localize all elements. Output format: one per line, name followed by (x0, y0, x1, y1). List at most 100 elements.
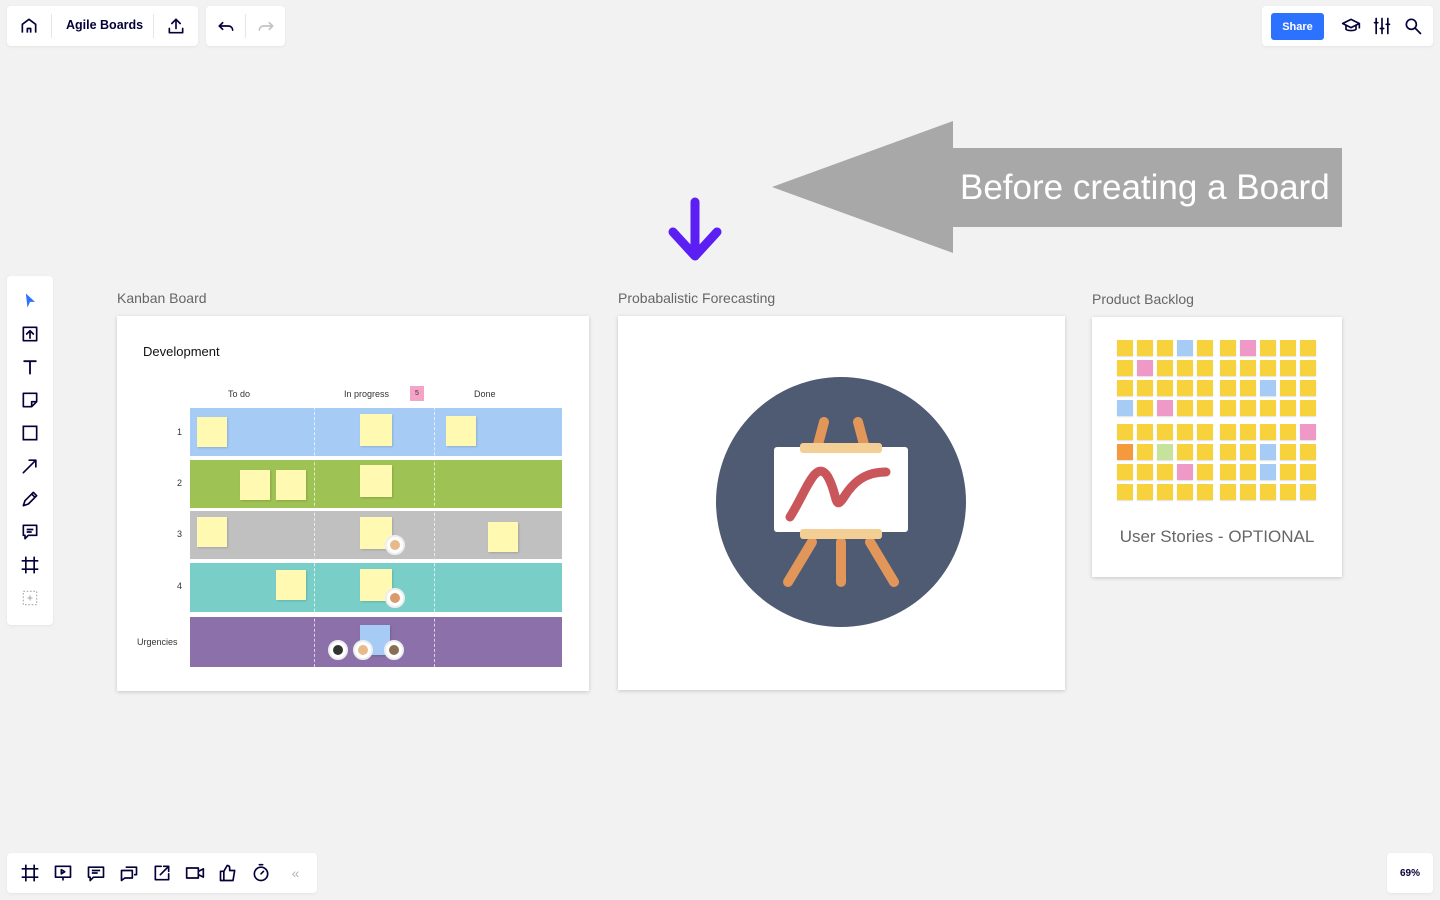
story-note[interactable] (1280, 444, 1296, 460)
story-note[interactable] (1197, 444, 1213, 460)
collapse-toolbar-button[interactable]: « (279, 853, 312, 893)
story-note[interactable] (1197, 424, 1213, 440)
pen-tool[interactable] (7, 482, 53, 515)
sticky-note[interactable] (197, 417, 227, 447)
frame-tool[interactable] (7, 548, 53, 581)
story-note[interactable] (1300, 464, 1316, 480)
sticky-note[interactable] (446, 416, 476, 446)
story-note[interactable] (1260, 444, 1276, 460)
avatar[interactable] (353, 640, 373, 660)
avatar[interactable] (385, 588, 405, 608)
forecast-frame-label[interactable]: Probabalistic Forecasting (618, 290, 775, 306)
learning-center-button[interactable] (1340, 16, 1362, 36)
zoom-control[interactable]: 69% (1387, 853, 1433, 893)
search-button[interactable] (1402, 16, 1424, 36)
sticky-note[interactable] (240, 470, 270, 500)
chat-button[interactable] (112, 853, 145, 893)
story-note[interactable] (1280, 340, 1296, 356)
story-note[interactable] (1300, 400, 1316, 416)
story-note[interactable] (1137, 464, 1153, 480)
story-note[interactable] (1240, 340, 1256, 356)
story-note[interactable] (1197, 360, 1213, 376)
story-note[interactable] (1137, 484, 1153, 500)
story-note[interactable] (1300, 444, 1316, 460)
story-note[interactable] (1157, 424, 1173, 440)
story-note[interactable] (1280, 400, 1296, 416)
avatar[interactable] (385, 535, 405, 555)
story-note[interactable] (1137, 340, 1153, 356)
text-tool[interactable] (7, 350, 53, 383)
backlog-frame[interactable]: User Stories - OPTIONAL (1092, 317, 1342, 577)
story-note[interactable] (1300, 360, 1316, 376)
shape-tool[interactable] (7, 416, 53, 449)
sticky-note[interactable] (197, 517, 227, 547)
sticky-note[interactable] (276, 470, 306, 500)
story-note[interactable] (1177, 424, 1193, 440)
undo-button[interactable] (215, 16, 237, 36)
story-note[interactable] (1260, 380, 1276, 396)
story-note[interactable] (1300, 380, 1316, 396)
story-note[interactable] (1137, 444, 1153, 460)
story-note[interactable] (1157, 444, 1173, 460)
more-tools[interactable] (7, 581, 53, 614)
story-note[interactable] (1220, 424, 1236, 440)
story-note[interactable] (1300, 424, 1316, 440)
sticky-note-tool[interactable] (7, 383, 53, 416)
story-note[interactable] (1240, 400, 1256, 416)
story-note[interactable] (1260, 340, 1276, 356)
screen-share-button[interactable] (145, 853, 178, 893)
story-note[interactable] (1260, 400, 1276, 416)
sticky-note[interactable] (276, 570, 306, 600)
export-button[interactable] (165, 16, 187, 36)
story-note[interactable] (1177, 360, 1193, 376)
story-note[interactable] (1220, 464, 1236, 480)
forecast-frame[interactable] (618, 316, 1065, 690)
comments-button[interactable] (79, 853, 112, 893)
story-note[interactable] (1197, 484, 1213, 500)
story-note[interactable] (1157, 380, 1173, 396)
story-note[interactable] (1240, 464, 1256, 480)
story-note[interactable] (1280, 360, 1296, 376)
story-note[interactable] (1177, 444, 1193, 460)
backlog-notes-bottom-right[interactable] (1220, 424, 1316, 500)
story-note[interactable] (1157, 464, 1173, 480)
story-note[interactable] (1260, 464, 1276, 480)
story-note[interactable] (1157, 484, 1173, 500)
story-note[interactable] (1220, 360, 1236, 376)
story-note[interactable] (1197, 464, 1213, 480)
sticky-note[interactable] (360, 465, 392, 497)
story-note[interactable] (1117, 340, 1133, 356)
avatar[interactable] (384, 640, 404, 660)
story-note[interactable] (1177, 484, 1193, 500)
story-note[interactable] (1240, 380, 1256, 396)
home-button[interactable] (17, 16, 41, 36)
story-note[interactable] (1220, 484, 1236, 500)
story-note[interactable] (1117, 424, 1133, 440)
kanban-frame[interactable]: Development To do In progress 5 Done 1 2… (117, 316, 589, 691)
story-note[interactable] (1197, 380, 1213, 396)
story-note[interactable] (1137, 380, 1153, 396)
connector-tool[interactable] (7, 449, 53, 482)
sticky-note[interactable] (360, 414, 392, 446)
story-note[interactable] (1177, 464, 1193, 480)
story-note[interactable] (1137, 360, 1153, 376)
story-note[interactable] (1157, 340, 1173, 356)
story-note[interactable] (1220, 444, 1236, 460)
backlog-notes-top-left[interactable] (1117, 340, 1213, 416)
redo-button[interactable] (255, 16, 277, 36)
voting-button[interactable] (211, 853, 244, 893)
story-note[interactable] (1240, 424, 1256, 440)
upload-tool[interactable] (7, 317, 53, 350)
story-note[interactable] (1177, 340, 1193, 356)
story-note[interactable] (1220, 380, 1236, 396)
kanban-frame-label[interactable]: Kanban Board (117, 290, 207, 306)
down-arrow-icon[interactable] (665, 196, 725, 264)
story-note[interactable] (1240, 484, 1256, 500)
story-note[interactable] (1280, 380, 1296, 396)
story-note[interactable] (1117, 400, 1133, 416)
zoom-level[interactable]: 69% (1400, 868, 1420, 879)
story-note[interactable] (1220, 340, 1236, 356)
story-note[interactable] (1177, 380, 1193, 396)
comment-tool[interactable] (7, 515, 53, 548)
story-note[interactable] (1300, 340, 1316, 356)
